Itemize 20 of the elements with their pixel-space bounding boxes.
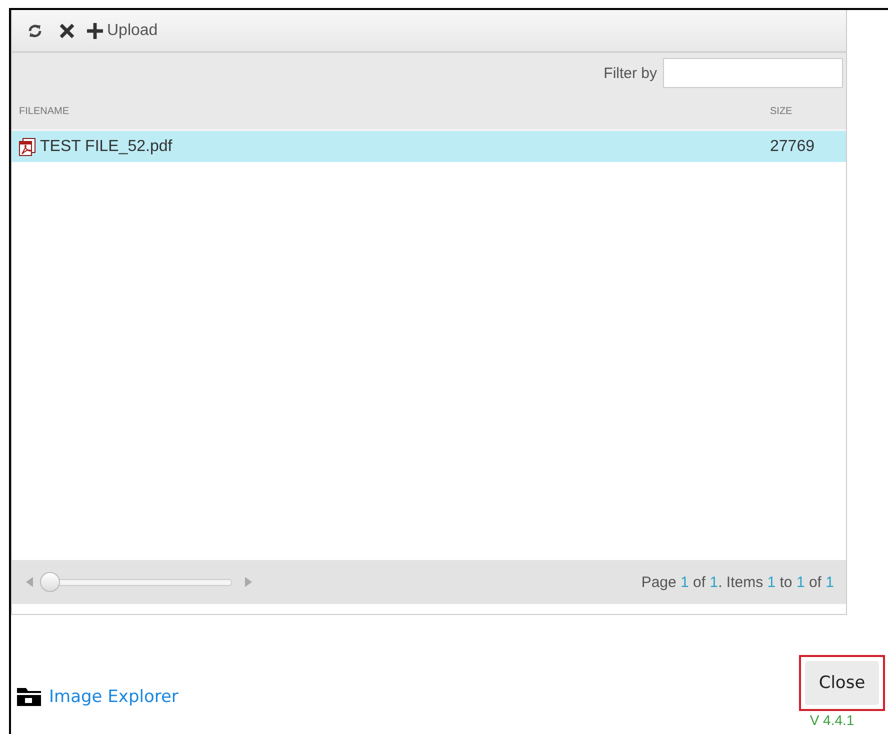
right-arrow-icon[interactable]	[244, 577, 252, 587]
left-arrow-icon[interactable]	[26, 577, 34, 587]
folder-icon	[17, 688, 41, 706]
upload-button[interactable]: Upload	[86, 22, 158, 40]
slider-thumb[interactable]	[40, 572, 60, 592]
close-icon[interactable]	[58, 22, 76, 40]
column-header[interactable]: SIZE	[770, 106, 846, 116]
size-cell-text: 27769	[770, 138, 816, 156]
close-button[interactable]: Close	[805, 661, 879, 705]
filter-label: Filter by	[604, 64, 657, 82]
pdf-file-icon	[19, 138, 36, 156]
filter-field[interactable]	[663, 58, 843, 88]
column-header[interactable]: FILENAME	[12, 106, 770, 116]
image-explorer-link[interactable]: Image Explorer	[17, 687, 178, 707]
file-row[interactable]: TEST FILE_52.pdf 27769	[12, 131, 846, 162]
pager-info: Page 1 of 1. Items 1 to 1 of 1	[641, 574, 835, 590]
version-label: V 4.4.1	[810, 712, 854, 728]
page-slider[interactable]	[40, 572, 232, 592]
plus-icon	[86, 22, 104, 40]
filename-cell-text: TEST FILE_52.pdf	[40, 138, 174, 156]
